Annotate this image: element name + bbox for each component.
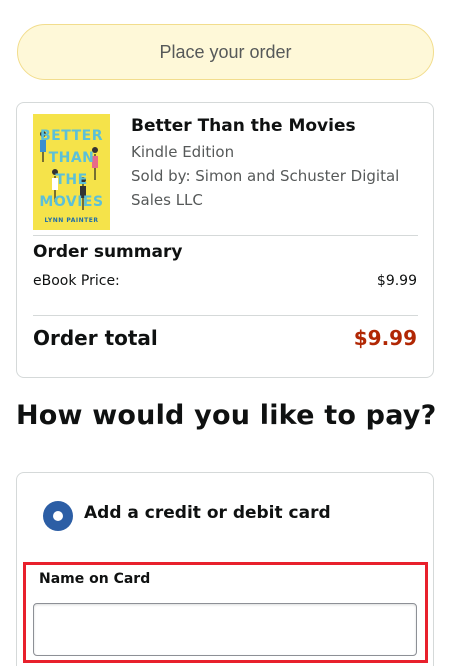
- cover-author: LYNN PAINTER: [44, 217, 99, 224]
- cover-title-line: THE: [55, 172, 88, 188]
- book-title[interactable]: Better Than the Movies: [131, 116, 356, 136]
- cover-title-line: THAN: [48, 150, 95, 166]
- ebook-price-value: $9.99: [376, 273, 417, 289]
- divider: [33, 315, 418, 316]
- card-option-radio[interactable]: [43, 501, 73, 531]
- divider: [33, 235, 418, 236]
- name-on-card-input[interactable]: [33, 603, 417, 656]
- order-summary-card: BETTER THAN THE MOVIES LYNN PAINTER Bett…: [16, 102, 434, 378]
- payment-heading: How would you like to pay?: [16, 400, 437, 431]
- order-total-value: $9.99: [353, 326, 417, 350]
- book-seller: Sold by: Simon and Schuster Digital Sale…: [131, 167, 400, 209]
- book-cover[interactable]: BETTER THAN THE MOVIES LYNN PAINTER: [33, 114, 110, 230]
- cover-title-line: MOVIES: [39, 194, 104, 210]
- order-total-label: Order total: [33, 326, 158, 350]
- place-order-button[interactable]: Place your order: [17, 24, 434, 80]
- radio-dot: [53, 511, 63, 521]
- name-on-card-label: Name on Card: [39, 571, 151, 587]
- book-format: Kindle Edition: [131, 143, 235, 161]
- order-summary-heading: Order summary: [33, 242, 183, 262]
- card-option-label[interactable]: Add a credit or debit card: [84, 503, 331, 523]
- ebook-price-label: eBook Price:: [33, 273, 120, 289]
- cover-title-line: BETTER: [40, 128, 103, 144]
